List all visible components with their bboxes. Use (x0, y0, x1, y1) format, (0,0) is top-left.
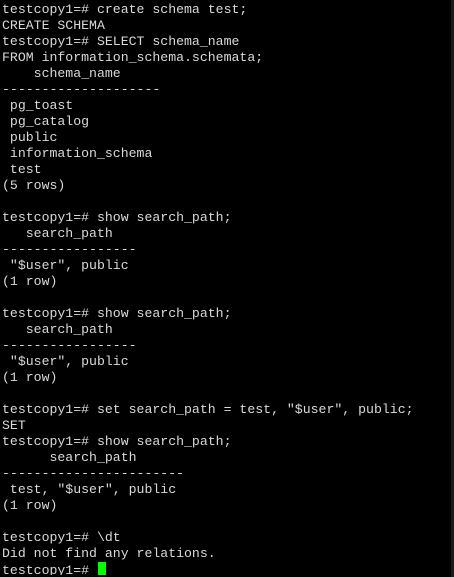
terminal-line: schema_name (2, 66, 121, 81)
terminal-prompt: testcopy1=# (2, 563, 97, 575)
terminal-line: testcopy1=# show search_path; (2, 306, 232, 321)
terminal-line: test, "$user", public (2, 482, 177, 497)
terminal-line: testcopy1=# create schema test; (2, 2, 248, 17)
terminal-output: testcopy1=# create schema test; CREATE SC… (2, 2, 450, 562)
terminal-line: (1 row) (2, 370, 58, 385)
terminal-line: "$user", public (2, 258, 129, 273)
terminal-line: testcopy1=# set search_path = test, "$us… (2, 402, 414, 417)
terminal-line: SET (2, 418, 26, 433)
terminal-line: public (2, 130, 58, 145)
terminal-line: FROM information_schema.schemata; (2, 50, 264, 65)
terminal-line: search_path (2, 322, 113, 337)
terminal-line: (1 row) (2, 498, 58, 513)
terminal-line: search_path (2, 450, 137, 465)
terminal-line: "$user", public (2, 354, 129, 369)
terminal-line: -------------------- (2, 82, 161, 97)
terminal-line: search_path (2, 226, 113, 241)
terminal-line: Did not find any relations. (2, 546, 216, 561)
terminal-line: CREATE SCHEMA (2, 18, 105, 33)
terminal-prompt-line[interactable]: testcopy1=# (2, 562, 450, 575)
terminal-line: pg_catalog (2, 114, 90, 129)
terminal-line: (1 row) (2, 274, 58, 289)
terminal-line: pg_toast (2, 98, 74, 113)
terminal-line: information_schema (2, 146, 153, 161)
terminal-line: test (2, 162, 42, 177)
terminal-line: testcopy1=# \dt (2, 530, 121, 545)
terminal-window[interactable]: testcopy1=# create schema test; CREATE SC… (2, 2, 450, 575)
terminal-line: testcopy1=# show search_path; (2, 210, 232, 225)
terminal-line: testcopy1=# show search_path; (2, 434, 232, 449)
terminal-line: (5 rows) (2, 178, 66, 193)
terminal-cursor (97, 562, 106, 575)
terminal-line: ----------------------- (2, 466, 185, 481)
terminal-line: testcopy1=# SELECT schema_name (2, 34, 240, 49)
terminal-line: ----------------- (2, 242, 137, 257)
terminal-line: ----------------- (2, 338, 137, 353)
